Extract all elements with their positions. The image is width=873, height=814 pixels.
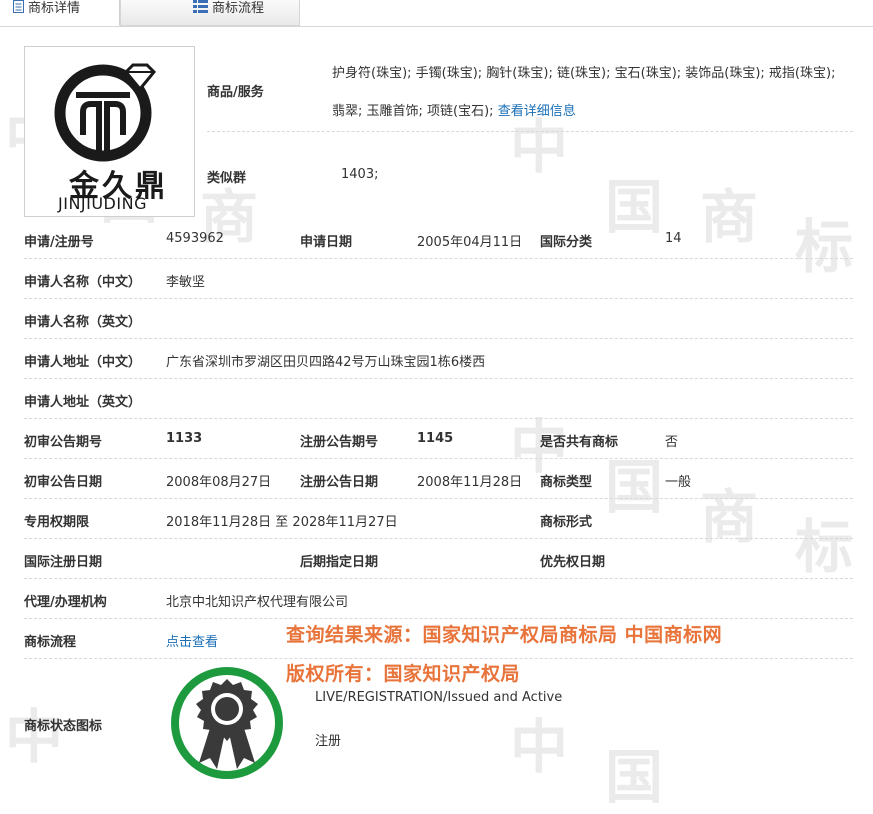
similar-group-value: 1403;: [341, 167, 379, 182]
document-icon: [13, 0, 24, 19]
tm-type-value: 一般: [665, 475, 692, 490]
address-cn-value: 广东省深圳市罗湖区田贝四路42号万山珠宝园1栋6楼西: [166, 355, 486, 370]
divider: [24, 338, 853, 339]
prelim-no-label: 初审公告期号: [24, 435, 103, 450]
applicant-cn-value: 李敏坚: [166, 275, 206, 290]
status-chinese: 注册: [315, 734, 342, 749]
priority-date-label: 优先权日期: [540, 555, 606, 570]
exclusive-period-label: 专用权期限: [24, 515, 90, 530]
tab-trademark-detail[interactable]: 商标详情: [0, 0, 120, 26]
divider: [24, 458, 853, 459]
copyright-notice: 版权所有：国家知识产权局: [286, 663, 521, 685]
reg-pub-date-value: 2008年11月28日: [417, 475, 523, 490]
reg-no-label: 申请/注册号: [24, 235, 94, 250]
later-date-label: 后期指定日期: [300, 555, 379, 570]
registered-seal-icon: [167, 663, 287, 788]
intl-reg-date-label: 国际注册日期: [24, 555, 103, 570]
tab-bar: 商标详情 商标流程: [0, 0, 873, 27]
trademark-logo-image: 金久鼎 JINJIUDING: [24, 46, 195, 217]
reg-pub-date-label: 注册公告日期: [300, 475, 379, 490]
goods-services-line2-text: 翡翠; 玉雕首饰; 项链(宝石);: [332, 104, 494, 119]
divider: [24, 258, 853, 259]
divider: [24, 378, 853, 379]
divider: [24, 578, 853, 579]
divider: [207, 131, 853, 132]
exclusive-period-value: 2018年11月28日 至 2028年11月27日: [166, 515, 398, 530]
address-en-label: 申请人地址（英文）: [24, 395, 142, 410]
status-english: LIVE/REGISTRATION/Issued and Active: [315, 690, 563, 705]
view-flow-link[interactable]: 点击查看: [166, 631, 218, 650]
similar-group-label: 类似群: [207, 171, 247, 186]
tm-form-label: 商标形式: [540, 515, 593, 530]
reg-pub-no-label: 注册公告期号: [300, 435, 379, 450]
divider: [24, 538, 853, 539]
prelim-date-label: 初审公告日期: [24, 475, 103, 490]
tab-label: 商标详情: [28, 1, 81, 16]
status-icon-label: 商标状态图标: [24, 719, 103, 734]
flow-label: 商标流程: [24, 635, 77, 650]
address-cn-label: 申请人地址（中文）: [24, 355, 142, 370]
agency-value: 北京中北知识产权代理有限公司: [166, 595, 349, 610]
shared-label: 是否共有商标: [540, 435, 619, 450]
tab-trademark-flow[interactable]: 商标流程: [120, 0, 300, 26]
divider: [24, 298, 853, 299]
intl-class-value: 14: [665, 231, 682, 246]
apply-date-label: 申请日期: [300, 235, 353, 250]
source-notice: 查询结果来源：国家知识产权局商标局 中国商标网: [286, 624, 723, 646]
prelim-no-value: 1133: [166, 431, 203, 446]
tab-label: 商标流程: [212, 1, 265, 16]
goods-services-line1: 护身符(珠宝); 手镯(珠宝); 胸针(珠宝); 链(珠宝); 宝石(珠宝); …: [332, 66, 836, 81]
logo-brand-en: JINJIUDING: [58, 194, 147, 213]
divider: [24, 618, 853, 619]
goods-services-line2: 翡翠; 玉雕首饰; 项链(宝石); 查看详细信息: [332, 100, 576, 119]
apply-date-value: 2005年04月11日: [417, 235, 523, 250]
reg-no-value: 4593962: [166, 231, 224, 246]
agency-label: 代理/办理机构: [24, 595, 107, 610]
tm-type-label: 商标类型: [540, 475, 593, 490]
divider: [24, 498, 853, 499]
view-details-link[interactable]: 查看详细信息: [498, 104, 576, 119]
reg-pub-no-value: 1145: [417, 431, 454, 446]
list-icon: [193, 0, 208, 19]
applicant-en-label: 申请人名称（英文）: [24, 315, 142, 330]
applicant-cn-label: 申请人名称（中文）: [24, 275, 142, 290]
intl-class-label: 国际分类: [540, 235, 593, 250]
goods-services-label: 商品/服务: [207, 85, 264, 100]
shared-value: 否: [665, 435, 679, 450]
divider: [24, 418, 853, 419]
prelim-date-value: 2008年08月27日: [166, 475, 272, 490]
